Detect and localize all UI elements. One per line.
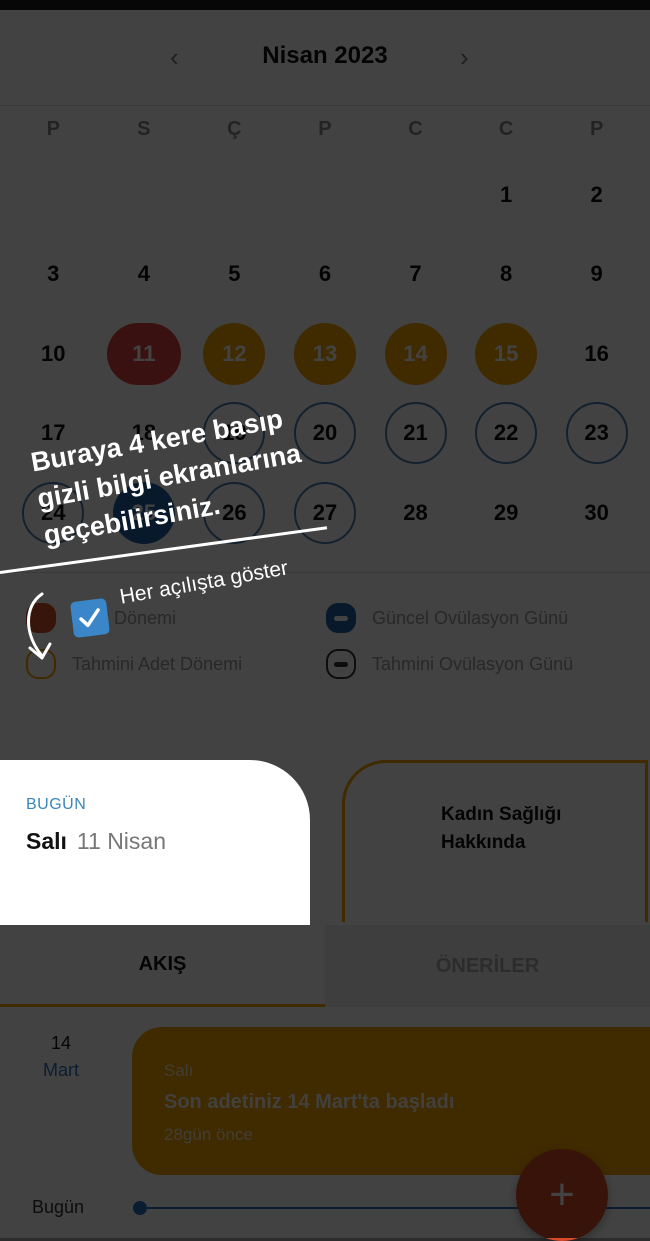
calendar-day-22[interactable]: 22	[475, 402, 538, 465]
feed-date: 14 Mart	[30, 1033, 92, 1081]
calendar-cell: 16	[551, 314, 642, 394]
today-label: BUGÜN	[26, 796, 87, 813]
legend-predicted-ovulation: Tahmini Ovülasyon Günü	[326, 649, 573, 679]
health-info-card[interactable]: Kadın Sağlığı Hakkında	[342, 760, 648, 922]
calendar-day-2[interactable]: 2	[566, 164, 628, 226]
calendar-cell: 29	[461, 473, 552, 553]
feed-month: Mart	[43, 1060, 79, 1080]
calendar-day-6[interactable]: 6	[294, 243, 356, 305]
calendar-cell: 15	[461, 314, 552, 394]
weekday-row: PSÇPCCP	[8, 118, 642, 141]
calendar-cell: 28	[370, 473, 461, 553]
today-date: Salı 11 Nisan	[26, 828, 166, 855]
check-icon	[79, 608, 100, 628]
feed-day: 14	[50, 1033, 72, 1053]
weekday-label: P	[318, 118, 332, 140]
show-on-launch-checkbox[interactable]	[69, 597, 111, 639]
calendar-cell: 7	[370, 235, 461, 315]
calendar-cell: 1	[461, 155, 552, 235]
curved-arrow-icon	[27, 592, 52, 660]
tab-bar: AKIŞ ÖNERİLER	[0, 925, 650, 1007]
calendar-cell: 8	[461, 235, 552, 315]
ovulation-icon	[326, 603, 356, 633]
calendar-cell	[189, 155, 280, 235]
add-button[interactable]: +	[516, 1149, 608, 1241]
calendar-day-16[interactable]: 16	[566, 323, 628, 385]
tab-suggestions[interactable]: ÖNERİLER	[325, 925, 650, 1007]
calendar-day-9[interactable]: 9	[566, 243, 628, 305]
today-card[interactable]: BUGÜN Salı 11 Nisan	[0, 760, 310, 925]
calendar-cell: 21	[370, 394, 461, 474]
calendar-day-7[interactable]: 7	[385, 243, 447, 305]
calendar-day-4[interactable]: 4	[113, 243, 175, 305]
calendar-day-1[interactable]: 1	[475, 164, 537, 226]
calendar-day-14[interactable]: 14	[384, 322, 447, 385]
weekday-label: S	[137, 118, 151, 140]
calendar-day-15[interactable]: 15	[475, 322, 538, 385]
today-weekday: Salı	[26, 828, 67, 854]
calendar-day-21[interactable]: 21	[384, 402, 447, 465]
calendar-cell: 10	[8, 314, 99, 394]
calendar-cell: 22	[461, 394, 552, 474]
feed-card-ago: 28gün önce	[164, 1125, 253, 1144]
chevron-right-icon[interactable]: ›	[460, 42, 469, 73]
feed-card-text: Son adetiniz 14 Mart'ta başladı	[164, 1091, 455, 1113]
calendar-day-8[interactable]: 8	[475, 243, 537, 305]
timeline-today-label: Bugün	[32, 1197, 85, 1217]
calendar-cell: 6	[280, 235, 371, 315]
calendar-cell: 13	[280, 314, 371, 394]
calendar-cell: 12	[189, 314, 280, 394]
calendar-cell: 23	[551, 394, 642, 474]
weekday-label: C	[408, 118, 423, 140]
weekday-label: C	[498, 118, 514, 140]
status-bar	[0, 0, 650, 10]
calendar-day-20[interactable]: 20	[293, 402, 356, 465]
legend-label: Güncel Ovülasyon Günü	[372, 607, 569, 628]
calendar-day-13[interactable]: 13	[293, 322, 356, 385]
calendar-day-12[interactable]: 12	[203, 322, 266, 385]
calendar-cell: 5	[189, 235, 280, 315]
calendar-day-5[interactable]: 5	[203, 243, 265, 305]
month-title: Nisan 2023	[262, 42, 388, 69]
legend-current-ovulation: Güncel Ovülasyon Günü	[326, 603, 568, 633]
calendar-day-30[interactable]: 30	[566, 482, 628, 544]
today-day-month: 11 Nisan	[76, 828, 166, 854]
health-card-title: Kadın Sağlığı Hakkında	[441, 804, 562, 853]
calendar-day-10[interactable]: 10	[22, 323, 84, 385]
calendar-cell	[370, 155, 461, 235]
calendar-cell: 4	[99, 235, 190, 315]
weekday-label: Ç	[227, 118, 242, 140]
weekday-label: P	[589, 118, 604, 140]
month-header: ‹ Nisan 2023 ›	[0, 22, 650, 92]
calendar-cell: 3	[8, 235, 99, 315]
timeline-dot	[133, 1201, 147, 1215]
feed-card-weekday: Salı	[164, 1061, 194, 1080]
calendar-cell: 11	[99, 314, 190, 394]
tab-feed[interactable]: AKIŞ	[0, 925, 325, 1007]
calendar-day-29[interactable]: 29	[475, 482, 537, 544]
calendar-cell: 14	[370, 314, 461, 394]
calendar-cell	[8, 155, 99, 235]
predicted-ovulation-icon	[326, 649, 356, 679]
legend-divider	[0, 572, 650, 573]
calendar-cell: 2	[551, 155, 642, 235]
legend-label: Tahmini Ovülasyon Günü	[372, 653, 574, 674]
legend-label: Tahmini Adet Dönemi	[72, 653, 243, 674]
weekday-label: P	[46, 118, 60, 140]
header-divider	[0, 105, 650, 106]
calendar-cell	[280, 155, 371, 235]
calendar-cell: 9	[551, 235, 642, 315]
calendar-cell: 30	[551, 473, 642, 553]
calendar-day-3[interactable]: 3	[22, 243, 84, 305]
calendar-cell	[99, 155, 190, 235]
calendar-day-23[interactable]: 23	[565, 402, 628, 465]
calendar-day-11[interactable]: 11	[106, 322, 181, 385]
calendar-day-28[interactable]: 28	[385, 482, 447, 544]
